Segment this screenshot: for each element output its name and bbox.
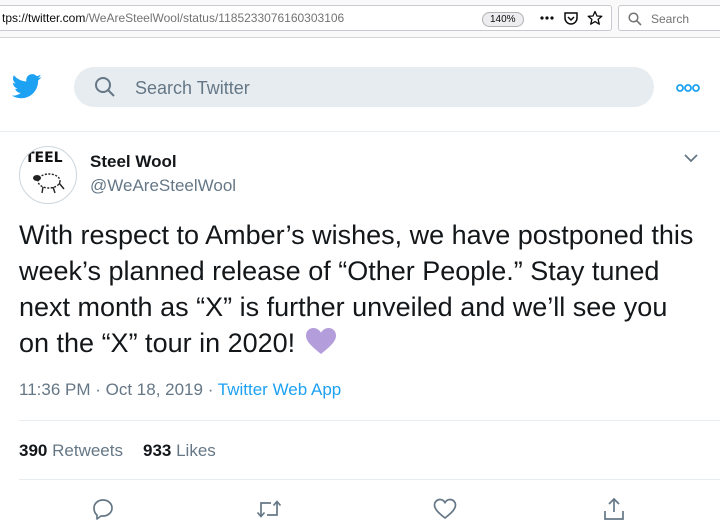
retweets-stat[interactable]: 390 Retweets <box>19 441 123 460</box>
more-options-icon[interactable] <box>676 80 700 98</box>
url-bar[interactable]: tps://twitter.com/WeAreSteelWool/status/… <box>0 5 612 31</box>
tweet-meta: 11:36 PM · Oct 18, 2019 · Twitter Web Ap… <box>19 380 342 399</box>
reply-icon[interactable] <box>90 496 116 522</box>
like-heart-icon[interactable] <box>432 496 458 522</box>
divider <box>19 479 720 480</box>
twitter-bird-icon[interactable] <box>11 74 42 104</box>
retweet-icon[interactable] <box>256 496 282 522</box>
tweet-time[interactable]: 11:36 PM <box>19 380 91 399</box>
search-icon <box>95 77 115 97</box>
avatar[interactable]: TEEL <box>19 146 77 204</box>
svg-text:TEEL: TEEL <box>25 150 63 166</box>
divider <box>19 420 720 421</box>
tweet-actions <box>0 496 720 526</box>
bookmark-star-icon[interactable] <box>586 9 604 27</box>
page-actions <box>538 9 604 27</box>
twitter-search-placeholder: Search Twitter <box>135 78 250 98</box>
browser-toolbar: tps://twitter.com/WeAreSteelWool/status/… <box>0 0 720 38</box>
likes-stat[interactable]: 933 Likes <box>143 441 216 460</box>
pocket-icon[interactable] <box>562 9 580 27</box>
tweet-source-link[interactable]: Twitter Web App <box>218 380 341 399</box>
tweet-body: With respect to Amber’s wishes, we have … <box>19 220 694 358</box>
browser-search-box[interactable]: Search <box>618 5 720 31</box>
steel-wool-logo-icon: TEEL <box>25 150 65 194</box>
url-text: tps://twitter.com/WeAreSteelWool/status/… <box>2 11 345 25</box>
page-actions-more-icon[interactable] <box>538 9 556 27</box>
tweet-stats: 390 Retweets 933 Likes <box>19 441 216 461</box>
tweet-text: With respect to Amber’s wishes, we have … <box>19 217 699 365</box>
twitter-search-input[interactable]: Search Twitter <box>74 67 654 107</box>
display-name[interactable]: Steel Wool <box>90 152 177 172</box>
user-handle[interactable]: @WeAreSteelWool <box>90 176 236 196</box>
chevron-down-icon[interactable] <box>683 150 699 168</box>
search-icon <box>628 12 642 26</box>
browser-search-placeholder: Search <box>651 12 690 26</box>
purple-heart-icon <box>305 327 337 365</box>
zoom-level-badge[interactable]: 140% <box>482 12 524 27</box>
share-icon[interactable] <box>601 496 627 522</box>
tweet-date[interactable]: Oct 18, 2019 <box>106 380 203 399</box>
